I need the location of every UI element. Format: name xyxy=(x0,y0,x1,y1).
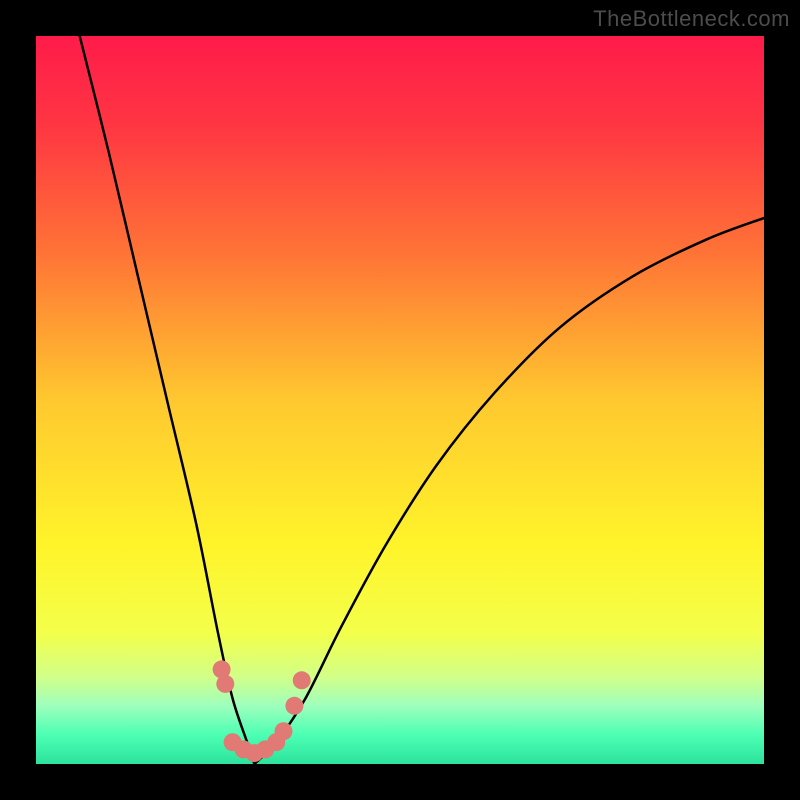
plot-area xyxy=(36,36,764,764)
data-point-marker xyxy=(293,671,311,689)
watermark-text: TheBottleneck.com xyxy=(593,6,790,32)
chart-svg xyxy=(36,36,764,764)
chart-frame: TheBottleneck.com xyxy=(0,0,800,800)
data-point-marker xyxy=(216,675,234,693)
gradient-background xyxy=(36,36,764,764)
data-point-marker xyxy=(285,697,303,715)
data-point-marker xyxy=(275,722,293,740)
